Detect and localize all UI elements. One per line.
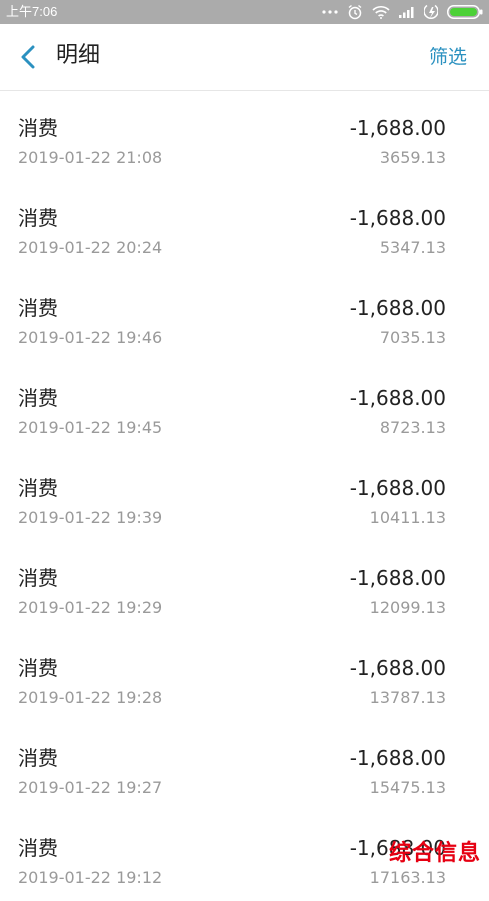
record-type: 消费 bbox=[18, 206, 58, 230]
chevron-left-icon bbox=[21, 45, 35, 69]
list-item[interactable]: 消费 2019-01-22 19:27 -1,688.00 15475.13 bbox=[0, 721, 489, 811]
record-balance: 3659.13 bbox=[379, 148, 446, 167]
record-type: 消费 bbox=[18, 386, 58, 410]
filter-button[interactable]: 筛选 bbox=[429, 43, 467, 71]
record-amount: -1,688.00 bbox=[349, 206, 446, 230]
list-item[interactable]: 消费 2019-01-22 19:39 -1,688.00 10411.13 bbox=[0, 451, 489, 541]
record-balance: 12099.13 bbox=[369, 598, 446, 617]
record-time: 2019-01-22 21:08 bbox=[18, 148, 163, 167]
record-balance: 15475.13 bbox=[369, 778, 446, 797]
record-amount: -1,688.00 bbox=[349, 476, 446, 500]
list-item[interactable]: 消费 2019-01-22 19:29 -1,688.00 12099.13 bbox=[0, 541, 489, 631]
record-balance: 5347.13 bbox=[379, 238, 446, 257]
record-time: 2019-01-22 19:28 bbox=[18, 688, 163, 707]
record-amount: -1,688.00 bbox=[349, 386, 446, 410]
record-time: 2019-01-22 19:29 bbox=[18, 598, 163, 617]
list-item[interactable]: 消费 2019-01-22 19:28 -1,688.00 13787.13 bbox=[0, 631, 489, 721]
record-time: 2019-01-22 20:24 bbox=[18, 238, 163, 257]
record-time: 2019-01-22 19:12 bbox=[18, 868, 163, 887]
record-type: 消费 bbox=[18, 116, 58, 140]
record-type: 消费 bbox=[18, 746, 58, 770]
record-balance: 13787.13 bbox=[369, 688, 446, 707]
wifi-icon bbox=[372, 5, 390, 19]
status-bar: 上午7:06 bbox=[0, 0, 489, 24]
record-time: 2019-01-22 19:27 bbox=[18, 778, 163, 797]
record-balance: 17163.13 bbox=[369, 868, 446, 887]
battery-icon bbox=[447, 5, 483, 19]
record-balance: 10411.13 bbox=[369, 508, 446, 527]
list-item[interactable]: 消费 2019-01-22 21:08 -1,688.00 3659.13 bbox=[0, 91, 489, 181]
more-dots-icon bbox=[322, 9, 338, 15]
list-item[interactable]: 消费 2019-01-22 19:46 -1,688.00 7035.13 bbox=[0, 271, 489, 361]
record-amount: -1,688.00 bbox=[349, 566, 446, 590]
record-amount: -1,688.00 bbox=[349, 746, 446, 770]
record-type: 消费 bbox=[18, 476, 58, 500]
record-time: 2019-01-22 19:46 bbox=[18, 328, 163, 347]
record-amount: -1,688.00 bbox=[349, 656, 446, 680]
record-amount: -1,688.00 bbox=[349, 296, 446, 320]
record-type: 消费 bbox=[18, 656, 58, 680]
charging-icon bbox=[424, 4, 438, 20]
app-bar: 明细 筛选 bbox=[0, 24, 489, 91]
record-type: 消费 bbox=[18, 296, 58, 320]
record-type: 消费 bbox=[18, 566, 58, 590]
status-time: 上午7:06 bbox=[6, 4, 58, 19]
back-button[interactable] bbox=[14, 43, 42, 71]
alarm-icon bbox=[347, 4, 363, 20]
record-balance: 8723.13 bbox=[379, 418, 446, 437]
record-time: 2019-01-22 19:39 bbox=[18, 508, 163, 527]
list-item[interactable]: 消费 2019-01-22 19:45 -1,688.00 8723.13 bbox=[0, 361, 489, 451]
page-title: 明细 bbox=[56, 43, 101, 68]
signal-icon bbox=[399, 6, 415, 18]
watermark: 综合信息 bbox=[388, 841, 481, 866]
record-list: 消费 2019-01-22 21:08 -1,688.00 3659.13 消费… bbox=[0, 91, 489, 901]
status-icons bbox=[322, 3, 483, 21]
record-amount: -1,688.00 bbox=[349, 116, 446, 140]
record-type: 消费 bbox=[18, 836, 58, 860]
list-item[interactable]: 消费 2019-01-22 20:24 -1,688.00 5347.13 bbox=[0, 181, 489, 271]
record-time: 2019-01-22 19:45 bbox=[18, 418, 163, 437]
record-balance: 7035.13 bbox=[379, 328, 446, 347]
